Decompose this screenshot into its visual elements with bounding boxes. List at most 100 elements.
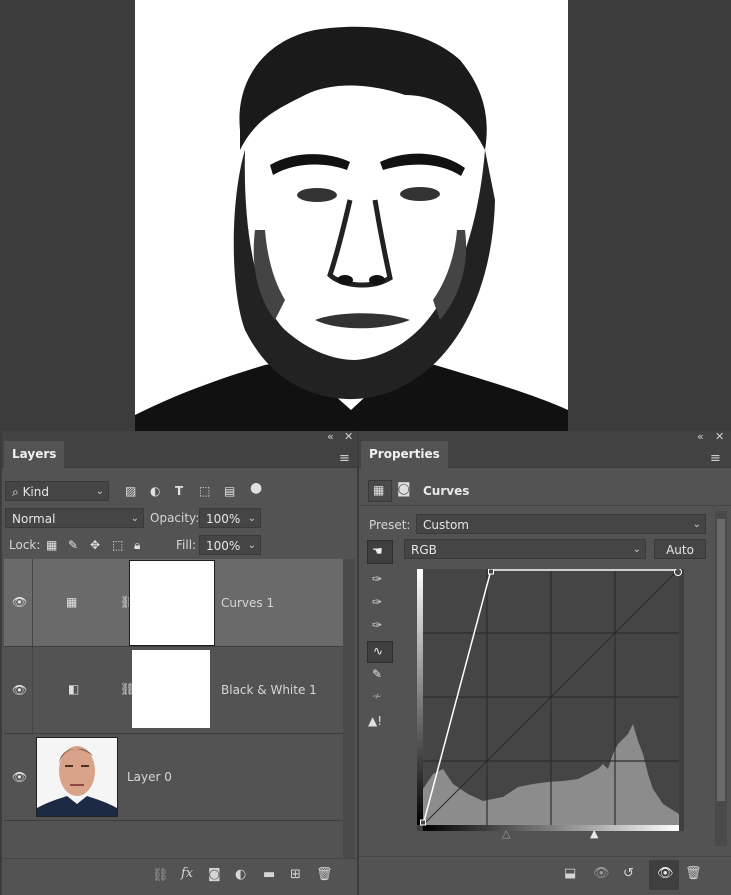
- lock-transparent-icon[interactable]: ▦: [46, 538, 57, 552]
- opacity-value: 100%: [206, 512, 241, 526]
- view-previous-state-icon[interactable]: 👁︎: [593, 866, 610, 881]
- tab-layers[interactable]: Layers: [4, 441, 65, 468]
- adjustment-layer-filter-icon[interactable]: ◐: [150, 484, 160, 498]
- adjustment-title: Curves: [423, 484, 470, 498]
- filter-kind-label: Kind: [22, 485, 49, 499]
- double-chevron-left-icon[interactable]: «: [697, 430, 704, 443]
- close-icon[interactable]: ✕: [715, 430, 724, 443]
- trash-icon[interactable]: 🗑︎: [685, 866, 702, 881]
- preset-label: Preset:: [369, 518, 411, 532]
- lock-move-icon[interactable]: ✥: [90, 538, 100, 552]
- tab-properties[interactable]: Properties: [361, 441, 448, 468]
- opacity-label: Opacity:: [150, 511, 200, 525]
- layer-row-black-white[interactable]: 👁︎ ◧ ⛓︎ Black & White 1: [4, 647, 344, 734]
- pencil-icon[interactable]: ✎: [372, 667, 382, 681]
- type-layer-filter-icon[interactable]: T: [175, 484, 183, 498]
- on-image-adjust-tool[interactable]: ☚: [367, 540, 393, 564]
- gray-point-eyedropper-icon[interactable]: ✑: [372, 595, 382, 609]
- curves-graph[interactable]: △ ▲: [417, 568, 684, 840]
- eye-icon[interactable]: 👁︎: [12, 770, 27, 784]
- chevron-down-icon: ⌄: [692, 519, 701, 530]
- curve-control-point[interactable]: [674, 568, 682, 576]
- auto-button[interactable]: Auto: [654, 539, 706, 559]
- trash-icon[interactable]: 🗑︎: [316, 867, 333, 882]
- opacity-input[interactable]: 100% ⌄: [199, 508, 261, 528]
- curve-control-point[interactable]: [488, 568, 494, 575]
- layer-name[interactable]: Curves 1: [221, 596, 274, 610]
- chevron-down-icon[interactable]: ⌄: [248, 509, 256, 529]
- filter-toggle-icon[interactable]: ●: [250, 481, 262, 495]
- black-white-adjustment-icon[interactable]: ◧: [68, 682, 79, 696]
- fill-label: Fill:: [176, 538, 197, 552]
- portrait-thumbnail-image: [37, 738, 117, 816]
- preset-select[interactable]: Custom ⌄: [416, 514, 706, 534]
- search-icon: ⌕: [12, 485, 19, 499]
- eye-icon[interactable]: 👁︎: [12, 595, 27, 609]
- preset-value: Custom: [423, 518, 469, 532]
- layer-image-thumbnail[interactable]: [36, 737, 118, 817]
- curves-adjustment-icon[interactable]: ▦: [66, 595, 77, 609]
- properties-tab-bar: « ✕ Properties ≡: [359, 430, 731, 468]
- white-point-slider-icon[interactable]: ▲: [590, 827, 598, 840]
- double-chevron-left-icon[interactable]: «: [327, 430, 334, 443]
- portrait-image: [135, 0, 568, 431]
- smooth-curve-icon[interactable]: ≁: [372, 689, 382, 703]
- shape-layer-filter-icon[interactable]: ⬚: [199, 484, 210, 498]
- layers-footer: ⛓︎ fx ◙ ◐ ▬ ⊞ 🗑︎: [2, 858, 357, 895]
- pixel-layer-filter-icon[interactable]: ▨: [125, 484, 136, 498]
- new-adjustment-layer-icon[interactable]: ◐: [235, 867, 246, 882]
- new-layer-icon[interactable]: ⊞: [290, 867, 301, 882]
- reset-icon[interactable]: ↺: [623, 866, 634, 881]
- curves-graph-svg[interactable]: [417, 568, 684, 831]
- curve-points-tool[interactable]: ∿: [367, 641, 393, 663]
- layers-panel: « ✕ Layers ≡ ⌕ Kind ⌄ ▨ ◐ T ⬚ ▤ ● Normal…: [2, 430, 357, 895]
- lock-artboard-icon[interactable]: ⬚: [112, 538, 123, 552]
- layers-scrollbar[interactable]: [343, 559, 355, 859]
- channel-select[interactable]: RGB ⌄: [404, 539, 646, 559]
- curve-control-point[interactable]: [420, 819, 426, 826]
- link-layers-icon[interactable]: ⛓︎: [152, 868, 169, 883]
- curves-adjustment-icon[interactable]: ▦: [368, 480, 392, 502]
- fill-input[interactable]: 100% ⌄: [199, 535, 261, 555]
- lock-all-icon[interactable]: 🔒︎: [134, 538, 140, 552]
- layer-mask-thumbnail[interactable]: [129, 560, 215, 646]
- blend-mode-value: Normal: [12, 512, 56, 526]
- black-point-eyedropper-icon[interactable]: ✑: [372, 572, 382, 586]
- properties-panel: « ✕ Properties ≡ ▦ ◙ Curves Preset: Cust…: [359, 430, 731, 895]
- eye-icon[interactable]: 👁︎: [12, 683, 27, 697]
- document-canvas[interactable]: [135, 0, 568, 431]
- smart-object-filter-icon[interactable]: ▤: [224, 484, 235, 498]
- chevron-down-icon: ⌄: [632, 544, 641, 555]
- fx-icon[interactable]: fx: [181, 866, 193, 881]
- scrollbar-thumb[interactable]: [717, 519, 725, 801]
- lock-brush-icon[interactable]: ✎: [68, 538, 78, 552]
- add-mask-icon[interactable]: ◙: [208, 867, 221, 882]
- layer-row-layer0[interactable]: 👁︎ Layer 0: [4, 734, 344, 821]
- layers-tab-bar: « ✕ Layers ≡: [2, 430, 357, 468]
- layer-row-curves[interactable]: 👁︎ ▦ ⛓︎ Curves 1: [4, 559, 344, 647]
- eye-icon: 👁︎: [657, 866, 674, 881]
- visibility-toggle[interactable]: 👁︎: [649, 860, 679, 890]
- lock-label: Lock:: [9, 538, 41, 552]
- mask-icon[interactable]: ◙: [397, 482, 411, 496]
- layer-filter-select[interactable]: ⌕ Kind ⌄: [5, 481, 109, 501]
- layer-name[interactable]: Black & White 1: [221, 683, 317, 697]
- chevron-down-icon: ⌄: [130, 513, 139, 524]
- hamburger-icon[interactable]: ≡: [339, 451, 350, 466]
- channel-value: RGB: [411, 543, 437, 557]
- blend-mode-select[interactable]: Normal ⌄: [5, 508, 144, 528]
- new-group-folder-icon[interactable]: ▬: [263, 867, 275, 882]
- black-point-slider-icon[interactable]: △: [502, 827, 510, 840]
- properties-scrollbar[interactable]: [715, 511, 727, 846]
- white-point-eyedropper-icon[interactable]: ✑: [372, 618, 382, 632]
- chevron-down-icon: ⌄: [95, 486, 104, 497]
- clip-to-layer-icon[interactable]: ⬓: [564, 866, 576, 881]
- layer-name[interactable]: Layer 0: [127, 770, 172, 784]
- layer-list: 👁︎ ▦ ⛓︎ Curves 1 👁︎ ◧ ⛓︎ Black & White 1…: [2, 559, 344, 862]
- hamburger-icon[interactable]: ≡: [710, 451, 721, 466]
- chevron-down-icon[interactable]: ⌄: [248, 536, 256, 556]
- clipping-warning-icon[interactable]: ▲!: [368, 714, 382, 728]
- layer-mask-thumbnail[interactable]: [132, 650, 210, 728]
- close-icon[interactable]: ✕: [344, 430, 353, 443]
- properties-footer: ⬓ 👁︎ ↺ 👁︎ 🗑︎: [359, 856, 731, 895]
